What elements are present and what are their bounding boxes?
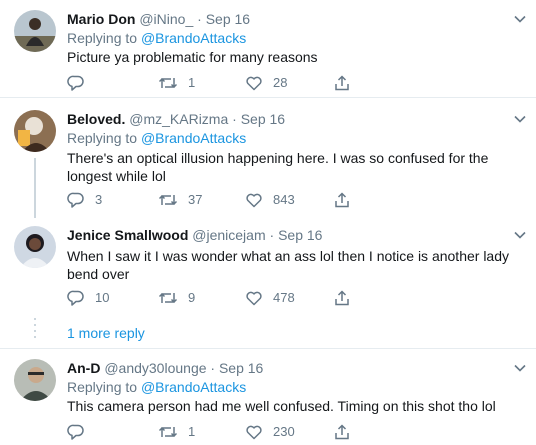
replying-to: Replying to @BrandoAttacks <box>67 29 246 47</box>
separator-dot: · <box>232 111 237 127</box>
tweet-date[interactable]: Sep 16 <box>278 227 322 243</box>
retweet-action[interactable]: 1 <box>158 422 195 442</box>
share-icon <box>335 192 349 208</box>
avatar-photo <box>14 10 56 52</box>
like-count: 478 <box>273 290 295 305</box>
like-count: 28 <box>273 75 288 90</box>
retweet-icon <box>158 426 178 438</box>
reply-action[interactable]: 10 <box>67 288 109 308</box>
like-action[interactable]: 478 <box>245 288 295 308</box>
tweet-text: There's an optical illusion happening he… <box>67 150 489 184</box>
tweet-text: Picture ya problematic for many reasons <box>67 49 318 65</box>
thread-line <box>34 158 36 218</box>
avatar-photo <box>14 226 56 268</box>
avatar[interactable] <box>14 10 56 52</box>
thread-dots <box>34 318 36 342</box>
separator-dot: · <box>269 227 275 243</box>
share-action[interactable] <box>333 422 351 442</box>
separator-dot: · <box>210 360 216 376</box>
user-handle[interactable]: @jenicejam <box>192 227 265 243</box>
retweet-action[interactable]: 9 <box>158 288 195 308</box>
like-count: 230 <box>273 424 295 439</box>
chevron-down-icon[interactable] <box>514 13 526 25</box>
like-action[interactable]: 28 <box>245 73 287 93</box>
chevron-down-icon[interactable] <box>514 362 526 374</box>
retweet-action[interactable]: 1 <box>158 73 195 93</box>
share-icon <box>335 290 349 306</box>
reply-icon <box>67 290 84 306</box>
reply-action[interactable]: 3 <box>67 190 102 210</box>
like-count: 843 <box>273 192 295 207</box>
replying-to: Replying to @BrandoAttacks <box>67 129 246 147</box>
replying-to-link[interactable]: @BrandoAttacks <box>141 379 246 395</box>
retweet-action[interactable]: 37 <box>158 190 202 210</box>
replying-to-label: Replying to <box>67 130 138 146</box>
display-name[interactable]: Jenice Smallwood <box>67 227 188 243</box>
reply-count: 10 <box>95 290 110 305</box>
tweet-text: When I saw it I was wonder what an ass l… <box>67 248 510 282</box>
display-name[interactable]: Mario Don <box>67 11 135 27</box>
tweet-actions: 1 28 <box>67 73 467 93</box>
tweet-text: This camera person had me well confused.… <box>67 398 496 414</box>
replying-to-link[interactable]: @BrandoAttacks <box>141 130 246 146</box>
share-action[interactable] <box>333 190 351 210</box>
display-name[interactable]: An-D <box>67 360 100 376</box>
avatar[interactable] <box>14 226 56 268</box>
reply-action[interactable] <box>67 73 95 93</box>
avatar-photo <box>14 110 56 152</box>
retweet-icon <box>158 77 178 89</box>
reply-icon <box>67 192 84 208</box>
heart-icon <box>246 193 262 208</box>
retweet-count: 1 <box>188 75 196 90</box>
replying-to-link[interactable]: @BrandoAttacks <box>141 30 246 46</box>
reply-icon <box>67 75 84 91</box>
tweet-date[interactable]: Sep 16 <box>219 360 263 376</box>
display-name[interactable]: Beloved. <box>67 111 125 127</box>
like-action[interactable]: 843 <box>245 190 295 210</box>
like-action[interactable]: 230 <box>245 422 295 442</box>
tweet-date[interactable]: Sep 16 <box>241 111 285 127</box>
tweet-3[interactable]: Jenice Smallwood @jenicejam · Sep 16 Whe… <box>0 218 536 314</box>
replying-to: Replying to @BrandoAttacks <box>67 378 246 396</box>
replying-to-label: Replying to <box>67 30 138 46</box>
heart-icon <box>246 76 262 91</box>
chevron-down-icon[interactable] <box>514 229 526 241</box>
tweet-1[interactable]: Mario Don @iNino_ · Sep 16 Replying to @… <box>0 0 536 96</box>
separator-dot: · <box>197 11 202 27</box>
user-handle[interactable]: @mz_KARizma <box>129 111 228 127</box>
heart-icon <box>246 291 262 306</box>
reply-count: 3 <box>95 192 103 207</box>
avatar-photo <box>14 359 56 401</box>
tweet-date[interactable]: Sep 16 <box>206 11 250 27</box>
chevron-down-icon[interactable] <box>514 113 526 125</box>
more-replies-link[interactable]: 1 more reply <box>67 325 145 341</box>
tweet-4[interactable]: An-D @andy30lounge · Sep 16 Replying to … <box>0 349 536 445</box>
replying-to-label: Replying to <box>67 379 138 395</box>
heart-icon <box>246 425 262 440</box>
user-handle[interactable]: @andy30lounge <box>104 360 206 376</box>
reply-action[interactable] <box>67 422 95 442</box>
reply-icon <box>67 424 84 440</box>
retweet-count: 37 <box>188 192 203 207</box>
tweet-actions: 3 37 843 <box>67 190 467 210</box>
retweet-count: 1 <box>188 424 196 439</box>
share-icon <box>335 75 349 91</box>
avatar[interactable] <box>14 110 56 152</box>
retweet-icon <box>158 194 178 206</box>
tweet-actions: 1 230 <box>67 422 467 442</box>
retweet-count: 9 <box>188 290 196 305</box>
share-action[interactable] <box>333 288 351 308</box>
retweet-icon <box>158 292 178 304</box>
tweet-2[interactable]: Beloved. @mz_KARizma · Sep 16 Replying t… <box>0 98 536 218</box>
share-icon <box>335 424 349 440</box>
tweet-actions: 10 9 478 <box>67 288 467 308</box>
share-action[interactable] <box>333 73 351 93</box>
user-handle[interactable]: @iNino_ <box>139 11 193 27</box>
avatar[interactable] <box>14 359 56 401</box>
